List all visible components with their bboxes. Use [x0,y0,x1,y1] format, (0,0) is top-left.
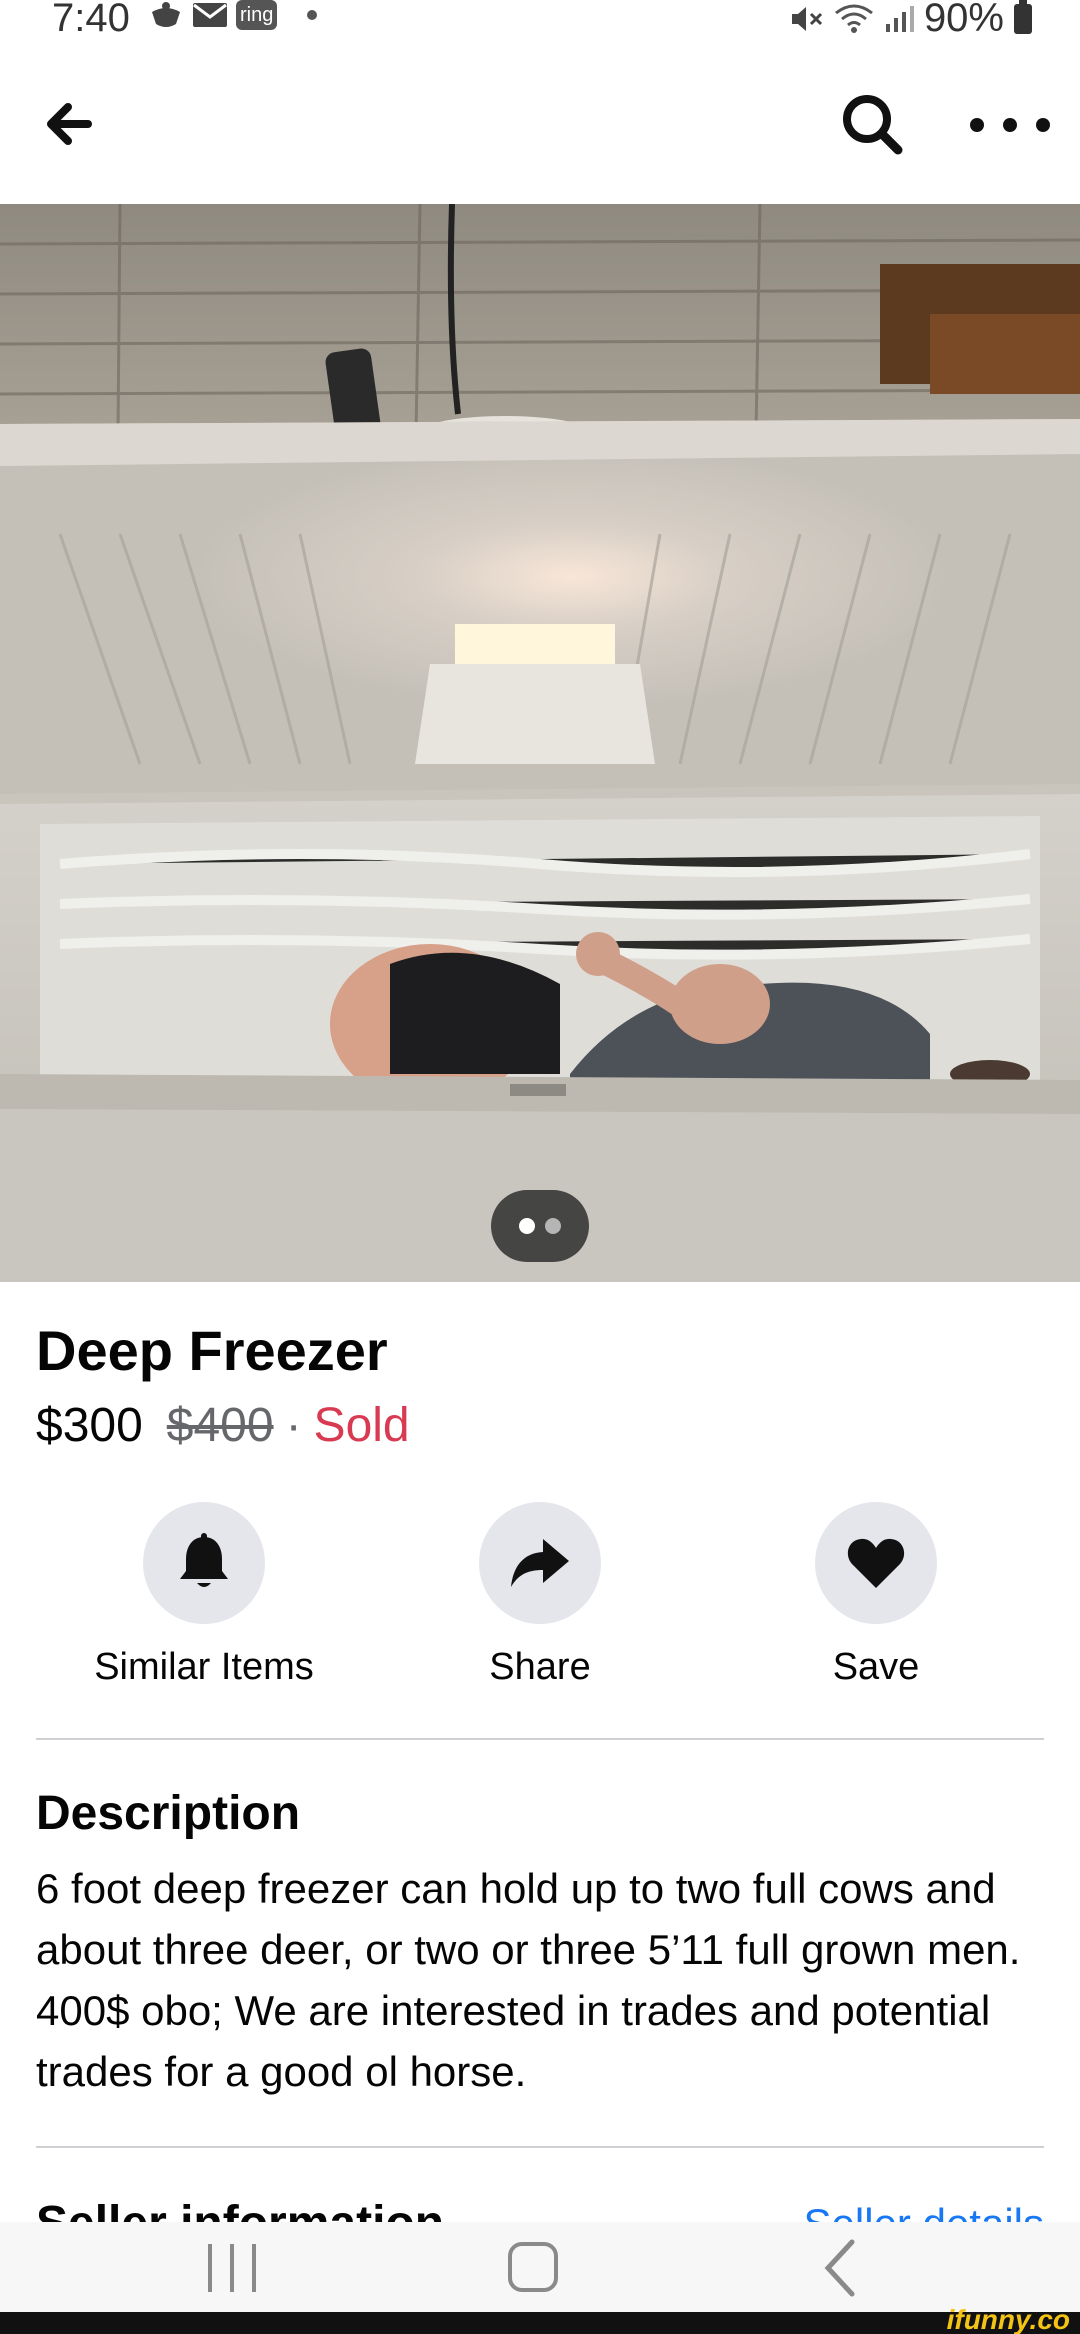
mute-icon [791,6,822,31]
home-icon [508,2242,558,2292]
pager-dot-inactive [545,1218,561,1234]
original-price: $400 [166,1399,274,1452]
watermark-bar [0,2312,1080,2334]
ring-app-icon: ring [236,0,278,30]
system-back-button[interactable] [800,2236,880,2300]
top-nav-bar [0,60,1080,200]
pager-dot-active [519,1218,535,1234]
wifi-icon [835,4,873,33]
share-label: Share [489,1646,591,1688]
divider [36,1738,1044,1740]
similar-items-button[interactable]: Similar Items [54,1502,354,1689]
notification-icons: ring [148,0,318,30]
bell-icon [180,1533,228,1587]
battery-icon [1014,0,1032,34]
photo-pager[interactable] [491,1190,589,1262]
voicemail-icon [152,2,180,27]
system-status-icons: 90% [790,0,1032,41]
similar-items-circle [143,1502,265,1624]
listing-title: Deep Freezer [36,1319,388,1382]
save-label: Save [832,1646,920,1688]
system-back-icon [824,2239,855,2297]
marketplace-listing-page: 7:40 ring 90% Deep Freezer $300 $400 · S… [0,0,1080,2334]
recent-apps-button[interactable] [192,2236,272,2300]
more-options-button[interactable] [970,100,1050,150]
status-time: 7:40 [52,0,130,40]
search-button[interactable] [838,90,908,160]
freezer-photo-illustration [0,204,1080,1282]
current-price: $300 [36,1399,143,1452]
description-text: 6 foot deep freezer can hold up to two f… [36,1865,1021,2095]
notification-dot-icon [307,10,318,20]
price-separator: · [285,1399,302,1452]
ifunny-watermark: ifunny.co [946,2304,1070,2334]
status-bar: 7:40 ring 90% [0,0,1080,44]
home-button[interactable] [494,2236,574,2300]
system-navigation-bar [0,2222,1080,2312]
mail-icon [193,3,227,27]
back-button[interactable] [40,94,100,154]
price-row: $300 $400 · Sold [36,1398,410,1453]
search-icon [843,95,903,155]
divider [36,2146,1044,2148]
share-button[interactable]: Share [390,1502,690,1689]
share-circle [479,1502,601,1624]
battery-percent: 90% [923,0,1004,40]
sold-status: Sold [313,1399,410,1452]
recent-apps-icon [208,2244,212,2292]
listing-photo[interactable] [0,204,1080,1282]
more-dots-icon [970,118,984,132]
save-circle [815,1502,937,1624]
action-buttons: Similar Items Share Save [0,1502,1080,1702]
share-arrow-icon [511,1539,569,1587]
arrow-left-icon [47,103,92,145]
signal-icon [885,5,914,32]
description-heading: Description [36,1787,301,1840]
similar-items-label: Similar Items [94,1646,314,1688]
heart-icon [847,1538,905,1588]
save-button[interactable]: Save [726,1502,1026,1689]
